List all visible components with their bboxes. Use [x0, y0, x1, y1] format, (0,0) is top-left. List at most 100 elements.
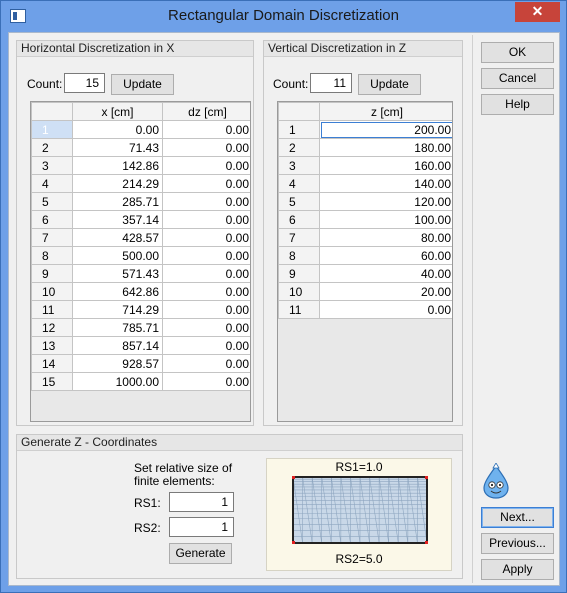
table-row[interactable]: 9 40.00: [278, 264, 452, 283]
row-header[interactable]: 5: [278, 192, 320, 211]
row-header[interactable]: 6: [31, 210, 73, 229]
previous-button[interactable]: Previous...: [481, 533, 554, 554]
row-header[interactable]: 7: [31, 228, 73, 247]
cell-dz[interactable]: 0.00: [162, 138, 250, 157]
cell-x[interactable]: 357.14: [72, 210, 163, 229]
cell-dz[interactable]: 0.00: [162, 318, 250, 337]
table-row[interactable]: 11 714.29 0.00: [31, 300, 250, 319]
table-row[interactable]: 5 285.71 0.00: [31, 192, 250, 211]
cell-x[interactable]: 142.86: [72, 156, 163, 175]
generate-button[interactable]: Generate: [169, 543, 232, 564]
apply-button[interactable]: Apply: [481, 559, 554, 580]
cell-dz[interactable]: 0.00: [162, 120, 250, 139]
row-header[interactable]: 9: [278, 264, 320, 283]
row-header[interactable]: 2: [31, 138, 73, 157]
cell-x[interactable]: 642.86: [72, 282, 163, 301]
row-header[interactable]: 4: [31, 174, 73, 193]
row-header[interactable]: 5: [31, 192, 73, 211]
cell-z[interactable]: 0.00: [319, 300, 452, 319]
table-row[interactable]: 2 180.00: [278, 138, 452, 157]
column-header-x[interactable]: x [cm]: [72, 102, 163, 121]
table-row[interactable]: 8 60.00: [278, 246, 452, 265]
cell-z[interactable]: 60.00: [319, 246, 452, 265]
cell-dz[interactable]: 0.00: [162, 174, 250, 193]
cell-x[interactable]: 71.43: [72, 138, 163, 157]
vertical-grid[interactable]: z [cm] 1 200.00 2 180.00 3 160.00 4 140.00 5 120.…: [277, 101, 453, 422]
cell-z[interactable]: 160.00: [319, 156, 452, 175]
cell-dz[interactable]: 0.00: [162, 192, 250, 211]
table-row[interactable]: 15 1000.00 0.00: [31, 372, 250, 391]
cell-dz[interactable]: 0.00: [162, 228, 250, 247]
cell-dz[interactable]: 0.00: [162, 282, 250, 301]
cell-x[interactable]: 857.14: [72, 336, 163, 355]
row-header[interactable]: 3: [278, 156, 320, 175]
table-row[interactable]: 7 80.00: [278, 228, 452, 247]
help-button[interactable]: Help: [481, 94, 554, 115]
vertical-update-button[interactable]: Update: [358, 74, 421, 95]
cell-x[interactable]: 285.71: [72, 192, 163, 211]
horizontal-update-button[interactable]: Update: [111, 74, 174, 95]
row-header[interactable]: 1: [31, 120, 73, 139]
table-row[interactable]: 2 71.43 0.00: [31, 138, 250, 157]
row-header[interactable]: 11: [31, 300, 73, 319]
table-row[interactable]: 12 785.71 0.00: [31, 318, 250, 337]
cell-x[interactable]: 0.00: [72, 120, 163, 139]
table-row[interactable]: 11 0.00: [278, 300, 452, 319]
row-header[interactable]: 9: [31, 264, 73, 283]
cell-z[interactable]: 20.00: [319, 282, 452, 301]
row-header[interactable]: 13: [31, 336, 73, 355]
cell-z[interactable]: 200.00: [319, 120, 452, 139]
cell-x[interactable]: 714.29: [72, 300, 163, 319]
cell-z[interactable]: 140.00: [319, 174, 452, 193]
table-row[interactable]: 5 120.00: [278, 192, 452, 211]
row-header[interactable]: 4: [278, 174, 320, 193]
close-button[interactable]: ✕: [515, 2, 560, 22]
cell-x[interactable]: 571.43: [72, 264, 163, 283]
assistant-mascot-icon[interactable]: [479, 463, 513, 499]
title-bar[interactable]: Rectangular Domain Discretization ✕: [1, 1, 566, 31]
column-header-z[interactable]: z [cm]: [319, 102, 452, 121]
cell-dz[interactable]: 0.00: [162, 210, 250, 229]
cell-dz[interactable]: 0.00: [162, 354, 250, 373]
row-header[interactable]: 6: [278, 210, 320, 229]
horizontal-count-input[interactable]: 15: [64, 73, 105, 93]
table-row[interactable]: 7 428.57 0.00: [31, 228, 250, 247]
row-header[interactable]: 12: [31, 318, 73, 337]
table-row[interactable]: 13 857.14 0.00: [31, 336, 250, 355]
cell-dz[interactable]: 0.00: [162, 156, 250, 175]
ok-button[interactable]: OK: [481, 42, 554, 63]
cell-z[interactable]: 100.00: [319, 210, 452, 229]
row-header[interactable]: 15: [31, 372, 73, 391]
row-header[interactable]: 7: [278, 228, 320, 247]
cell-z[interactable]: 40.00: [319, 264, 452, 283]
rs1-input[interactable]: 1: [169, 492, 234, 512]
table-row[interactable]: 1 0.00 0.00: [31, 120, 250, 139]
table-row[interactable]: 8 500.00 0.00: [31, 246, 250, 265]
cell-x[interactable]: 500.00: [72, 246, 163, 265]
table-row[interactable]: 6 100.00: [278, 210, 452, 229]
row-header[interactable]: 8: [278, 246, 320, 265]
row-header[interactable]: 14: [31, 354, 73, 373]
cell-dz[interactable]: 0.00: [162, 336, 250, 355]
cell-x[interactable]: 1000.00: [72, 372, 163, 391]
cancel-button[interactable]: Cancel: [481, 68, 554, 89]
next-button[interactable]: Next...: [481, 507, 554, 528]
row-header[interactable]: 11: [278, 300, 320, 319]
table-row[interactable]: 9 571.43 0.00: [31, 264, 250, 283]
cell-x[interactable]: 214.29: [72, 174, 163, 193]
cell-x[interactable]: 428.57: [72, 228, 163, 247]
column-header-dz[interactable]: dz [cm]: [162, 102, 250, 121]
table-row[interactable]: 10 642.86 0.00: [31, 282, 250, 301]
row-header[interactable]: 10: [278, 282, 320, 301]
cell-dz[interactable]: 0.00: [162, 264, 250, 283]
table-row[interactable]: 10 20.00: [278, 282, 452, 301]
rs2-input[interactable]: 1: [169, 517, 234, 537]
row-header[interactable]: 8: [31, 246, 73, 265]
cell-x[interactable]: 785.71: [72, 318, 163, 337]
cell-z[interactable]: 80.00: [319, 228, 452, 247]
table-row[interactable]: 4 140.00: [278, 174, 452, 193]
cell-z[interactable]: 120.00: [319, 192, 452, 211]
horizontal-grid[interactable]: x [cm] dz [cm] 1 0.00 0.00 2 71.43 0.00 3 142.8…: [30, 101, 251, 422]
cell-z[interactable]: 180.00: [319, 138, 452, 157]
cell-dz[interactable]: 0.00: [162, 300, 250, 319]
